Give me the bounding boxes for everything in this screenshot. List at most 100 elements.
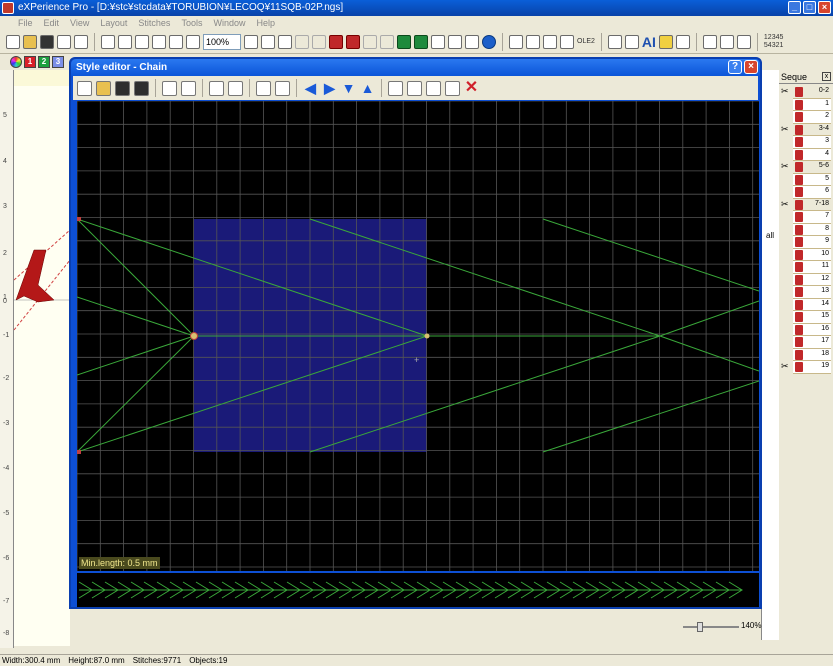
arrow-left-icon[interactable]: ◀ xyxy=(303,80,318,96)
pointer-icon[interactable] xyxy=(526,34,540,49)
stitch-satin-icon[interactable] xyxy=(736,34,751,49)
color-chip-3[interactable]: 3 xyxy=(52,56,64,68)
sequence-item[interactable]: ✂ 0-2 xyxy=(781,86,831,99)
redo-icon[interactable] xyxy=(186,34,200,49)
sequence-item[interactable]: 3 xyxy=(793,136,831,149)
menu-edit[interactable]: Edit xyxy=(44,16,60,30)
sequence-item[interactable]: 9 xyxy=(793,236,831,249)
copy-icon[interactable] xyxy=(135,34,149,49)
sequence-item[interactable]: 4 xyxy=(793,148,831,161)
arrow-down-icon[interactable]: ▼ xyxy=(341,80,356,96)
sequence-item[interactable]: 16 xyxy=(793,323,831,336)
app-icon[interactable] xyxy=(2,2,14,14)
sequence-item[interactable]: 8 xyxy=(793,223,831,236)
sequence-item[interactable]: 12 xyxy=(793,273,831,286)
save-icon[interactable] xyxy=(40,34,54,49)
sequence-item[interactable]: 15 xyxy=(793,311,831,324)
sequence-item[interactable]: 18 xyxy=(793,348,831,361)
close-button[interactable]: × xyxy=(818,1,831,14)
zoom-combo[interactable]: 100% xyxy=(203,33,241,50)
sequence-item[interactable]: ✂ 5-6 xyxy=(781,161,831,174)
menu-stitches[interactable]: Stitches xyxy=(138,16,170,30)
add-point-icon[interactable] xyxy=(162,80,177,96)
style-editor-close-button[interactable]: × xyxy=(744,60,758,74)
last-object-icon[interactable] xyxy=(414,34,428,49)
ai-button[interactable]: AI xyxy=(642,34,656,50)
forward-icon[interactable] xyxy=(445,80,460,96)
sequence-item[interactable]: 7 xyxy=(793,211,831,224)
maximize-button[interactable]: □ xyxy=(803,1,816,14)
menu-file[interactable]: File xyxy=(18,16,33,30)
next-color-icon[interactable] xyxy=(346,34,360,49)
magnify-icon[interactable] xyxy=(624,34,639,49)
sequence-item[interactable]: 10 xyxy=(793,248,831,261)
save-all-icon[interactable] xyxy=(57,34,71,49)
help-button[interactable]: ? xyxy=(728,60,742,74)
menu-view[interactable]: View xyxy=(70,16,89,30)
sequence-counter[interactable]: 12345 54321 xyxy=(764,34,783,50)
stitch-fill-icon[interactable] xyxy=(719,34,734,49)
sequence-item[interactable]: 2 xyxy=(793,111,831,124)
point-edit-icon[interactable] xyxy=(543,34,557,49)
color-chip-2[interactable]: 2 xyxy=(38,56,50,68)
arrow-right-icon[interactable]: ▶ xyxy=(322,80,337,96)
prev-stitch-icon[interactable] xyxy=(363,34,377,49)
menu-window[interactable]: Window xyxy=(213,16,245,30)
paste-pattern-icon[interactable] xyxy=(407,80,422,96)
rewind-icon[interactable] xyxy=(426,80,441,96)
mirror-horizontal-icon[interactable] xyxy=(256,80,271,96)
new-icon[interactable] xyxy=(77,80,92,96)
zoom-tool-icon[interactable] xyxy=(675,34,690,49)
sequence-item[interactable]: 14 xyxy=(793,298,831,311)
delete-icon[interactable]: ✕ xyxy=(464,79,479,96)
export-icon[interactable] xyxy=(74,34,88,49)
open-icon[interactable] xyxy=(96,80,111,96)
zoom-in-icon[interactable] xyxy=(209,80,224,96)
copy-pattern-icon[interactable] xyxy=(388,80,403,96)
sparkle-icon[interactable] xyxy=(658,34,673,49)
color-chip-1[interactable]: 1 xyxy=(24,56,36,68)
fit-page-icon[interactable] xyxy=(261,34,275,49)
sequence-item[interactable]: ✂ 19 xyxy=(781,361,831,374)
search-icon[interactable] xyxy=(607,34,622,49)
fit-selection-icon[interactable] xyxy=(278,34,292,49)
open-folder-icon[interactable] xyxy=(23,34,37,49)
sequence-item[interactable]: ✂ 3-4 xyxy=(781,123,831,136)
save-as-icon[interactable] xyxy=(134,80,149,96)
arrow-up-icon[interactable]: ▲ xyxy=(360,80,375,96)
stitch-pattern-icon[interactable] xyxy=(702,34,717,49)
new-file-icon[interactable] xyxy=(6,34,20,49)
sequence-item[interactable]: 5 xyxy=(793,173,831,186)
next-stitch-icon[interactable] xyxy=(380,34,394,49)
sequence-item[interactable]: 11 xyxy=(793,261,831,274)
zoom-slider[interactable]: 140% xyxy=(683,620,763,634)
menu-tools[interactable]: Tools xyxy=(181,16,202,30)
save-icon[interactable] xyxy=(115,80,130,96)
sequence-item[interactable]: ✂ 7-18 xyxy=(781,198,831,211)
design-canvas[interactable] xyxy=(14,70,70,646)
object-list-strip[interactable]: all xyxy=(761,70,779,640)
zoom-slider-knob[interactable] xyxy=(697,622,703,632)
undo-icon[interactable] xyxy=(169,34,183,49)
prev-color-icon[interactable] xyxy=(329,34,343,49)
menu-help[interactable]: Help xyxy=(256,16,275,30)
pattern-grid-canvas[interactable]: + Min.length: 0.5 mm xyxy=(77,101,759,571)
mirror-vertical-icon[interactable] xyxy=(275,80,290,96)
sequence-item[interactable]: 17 xyxy=(793,336,831,349)
sequence-item[interactable]: 1 xyxy=(793,98,831,111)
draw-icon[interactable] xyxy=(431,34,445,49)
print-icon[interactable] xyxy=(101,34,115,49)
shape-icon[interactable] xyxy=(465,34,479,49)
info-icon[interactable] xyxy=(482,34,496,49)
node-edit-icon[interactable] xyxy=(448,34,462,49)
sequence-item[interactable]: 6 xyxy=(793,186,831,199)
sequence-close-icon[interactable]: x xyxy=(822,72,831,81)
style-editor-titlebar[interactable]: Style editor - Chain ? × xyxy=(71,59,760,76)
paste-icon[interactable] xyxy=(152,34,166,49)
disconnect-icon[interactable] xyxy=(312,34,326,49)
select-icon[interactable] xyxy=(509,34,523,49)
first-object-icon[interactable] xyxy=(397,34,411,49)
minimize-button[interactable]: _ xyxy=(788,1,801,14)
connect-icon[interactable] xyxy=(295,34,309,49)
zoom-dropdown-icon[interactable] xyxy=(244,34,258,49)
